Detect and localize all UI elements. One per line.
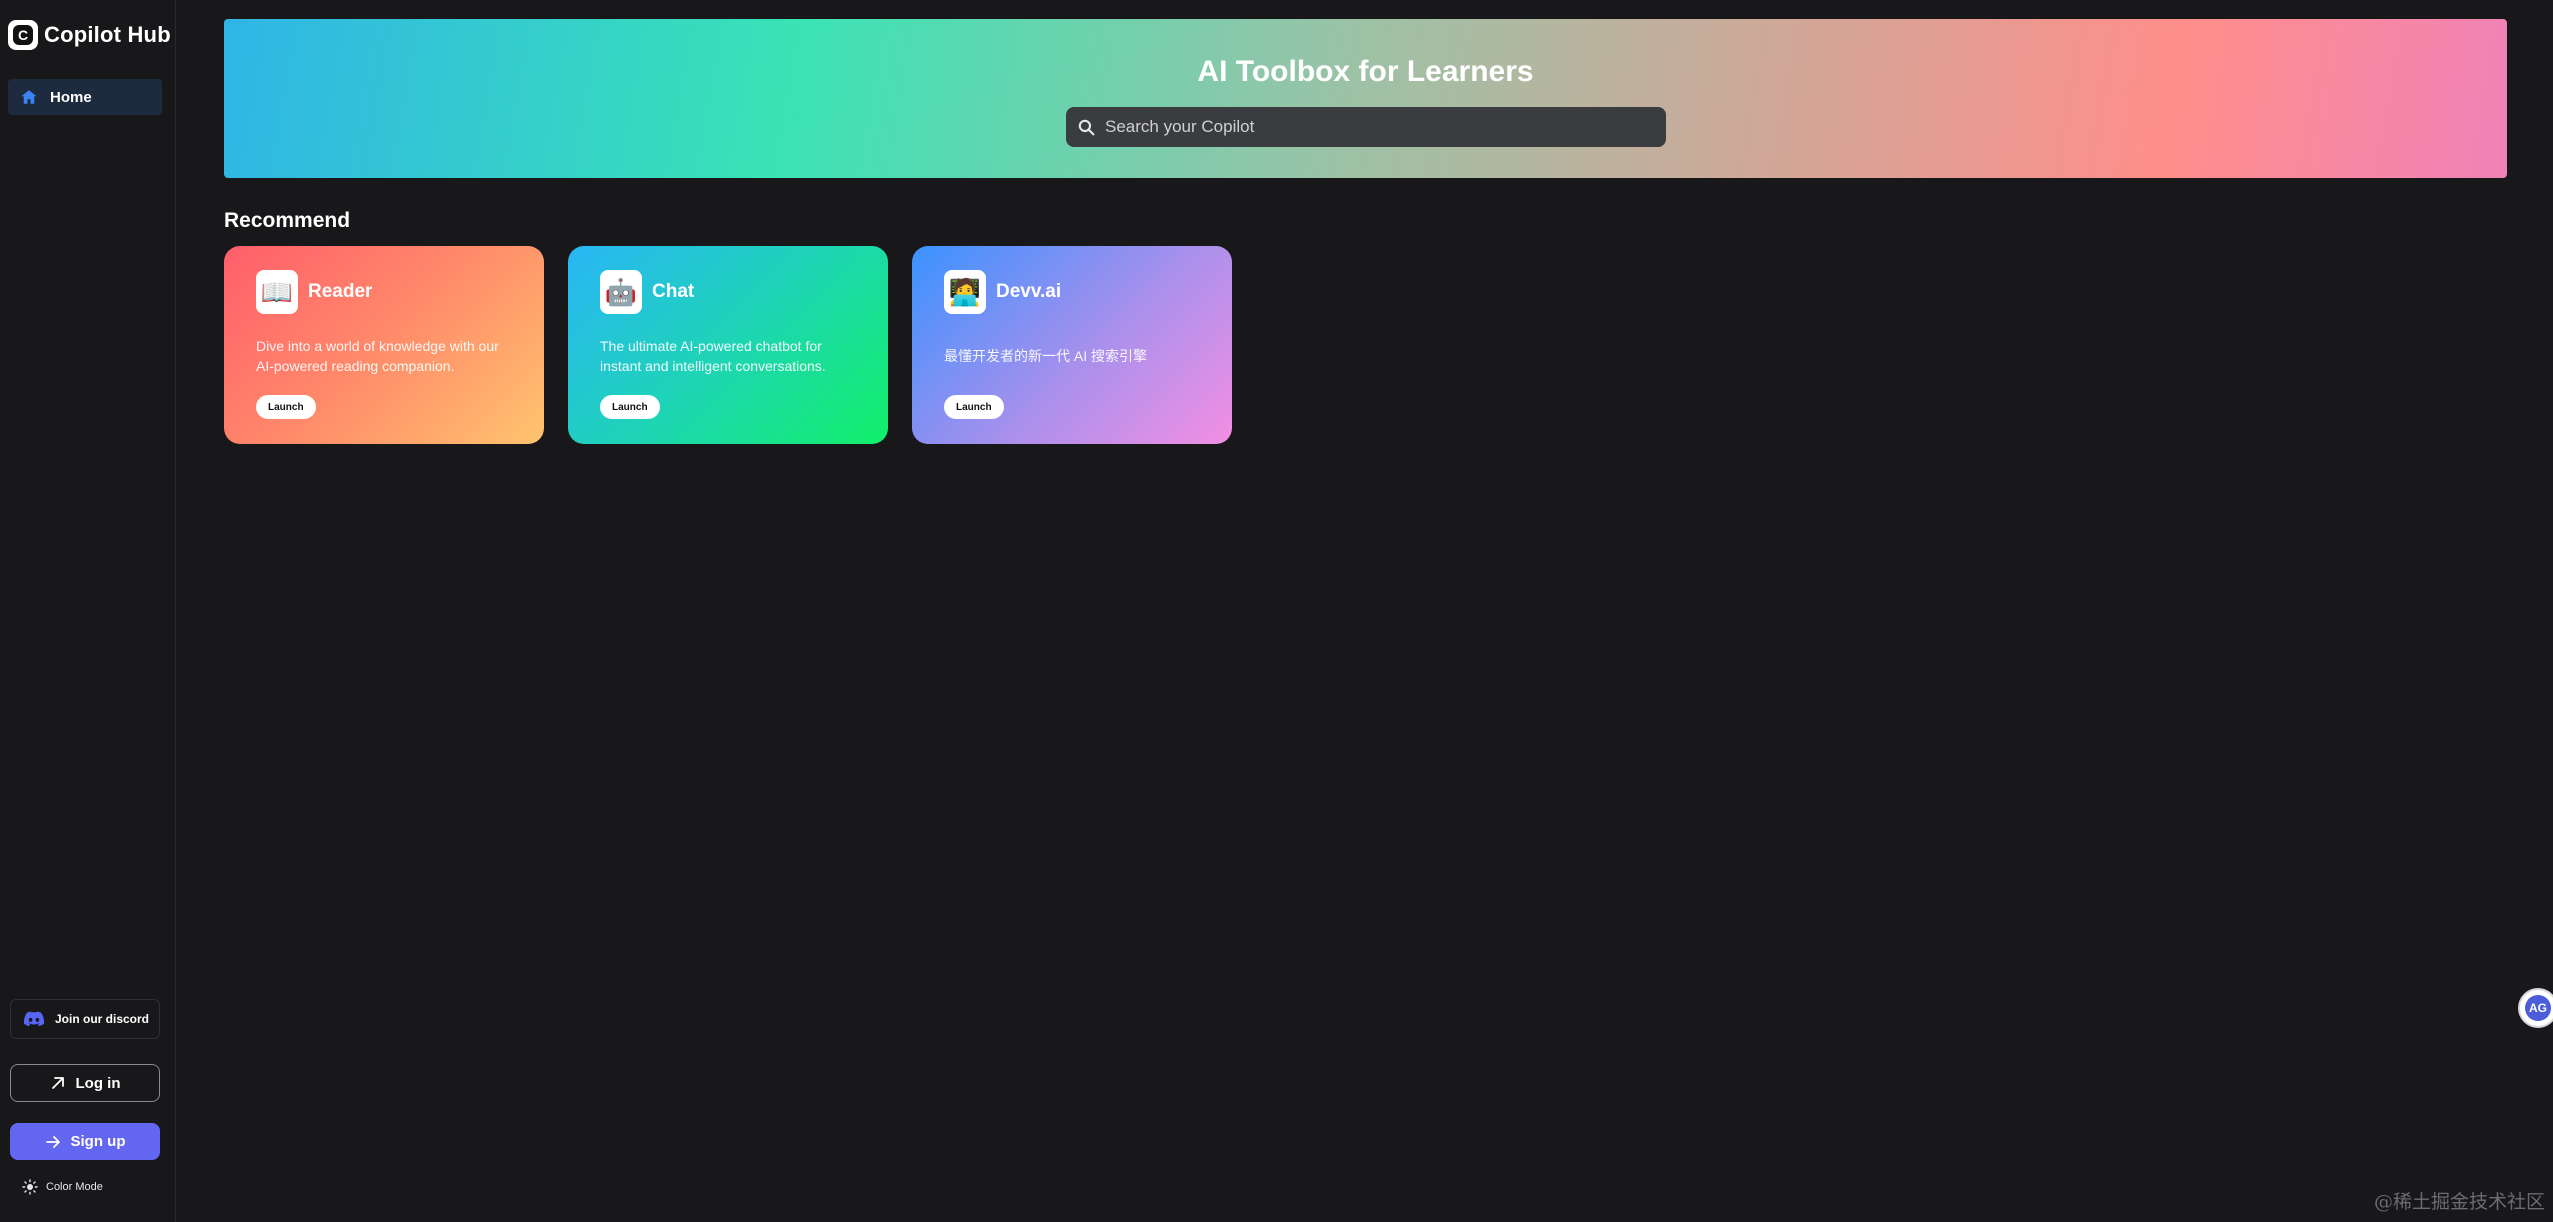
card-title: Devv.ai	[996, 281, 1062, 302]
recommend-heading: Recommend	[224, 209, 351, 232]
arrow-right-icon	[45, 1135, 60, 1148]
color-mode-toggle[interactable]: Color Mode	[22, 1179, 103, 1195]
brand[interactable]: C Copilot Hub	[8, 20, 171, 50]
arrow-up-right-icon	[51, 1077, 64, 1089]
launch-button[interactable]: Launch	[256, 395, 316, 419]
search-icon	[1078, 119, 1095, 135]
home-icon	[21, 90, 37, 104]
copilot-card-chat[interactable]: 🤖 Chat The ultimate AI-powered chatbot f…	[568, 246, 888, 444]
card-description: 最懂开发者的新一代 AI 搜索引擎	[944, 348, 1148, 364]
launch-button[interactable]: Launch	[600, 395, 660, 419]
discord-link[interactable]: Join our discord	[10, 999, 160, 1039]
hero-title: AI Toolbox for Learners	[1197, 55, 1534, 88]
sidebar-item-label: Home	[50, 88, 92, 106]
copilot-card-devv[interactable]: 🧑‍💻 Devv.ai 最懂开发者的新一代 AI 搜索引擎 Launch	[912, 246, 1232, 444]
brand-logo-icon: C	[8, 20, 38, 50]
card-title: Chat	[652, 281, 695, 302]
launch-button[interactable]: Launch	[944, 395, 1004, 419]
sidebar: C Copilot Hub Home Join our discord Log …	[0, 0, 176, 1222]
brand-logo-letter: C	[13, 25, 33, 45]
discord-label: Join our discord	[55, 1012, 150, 1026]
copilot-card-reader[interactable]: 📖 Reader Dive into a world of knowledge …	[224, 246, 544, 444]
assistant-logo-icon: AG	[2525, 995, 2551, 1021]
watermark: @稀土掘金技术社区	[2373, 1191, 2545, 1213]
brand-name: Copilot Hub	[44, 22, 171, 47]
color-mode-label: Color Mode	[46, 1181, 103, 1193]
card-title: Reader	[308, 281, 373, 302]
book-icon: 📖	[256, 270, 298, 314]
app-root: C Copilot Hub Home Join our discord Log …	[0, 0, 2553, 1222]
robot-icon: 🤖	[600, 270, 642, 314]
developer-icon: 🧑‍💻	[944, 270, 986, 314]
signup-button[interactable]: Sign up	[10, 1123, 160, 1160]
card-description: The ultimate AI-powered chatbot for inst…	[600, 338, 826, 374]
search-box[interactable]	[1066, 107, 1666, 147]
sun-icon	[22, 1179, 38, 1195]
login-label: Log in	[75, 1074, 121, 1092]
sidebar-item-home[interactable]: Home	[8, 79, 162, 115]
floating-assistant-button[interactable]: AG	[2520, 990, 2553, 1026]
card-description: Dive into a world of knowledge with our …	[256, 338, 499, 374]
signup-label: Sign up	[70, 1133, 126, 1150]
login-button[interactable]: Log in	[10, 1064, 160, 1102]
hero-banner: AI Toolbox for Learners	[224, 19, 2507, 178]
search-input[interactable]	[1105, 107, 1666, 147]
discord-icon	[23, 1011, 45, 1027]
